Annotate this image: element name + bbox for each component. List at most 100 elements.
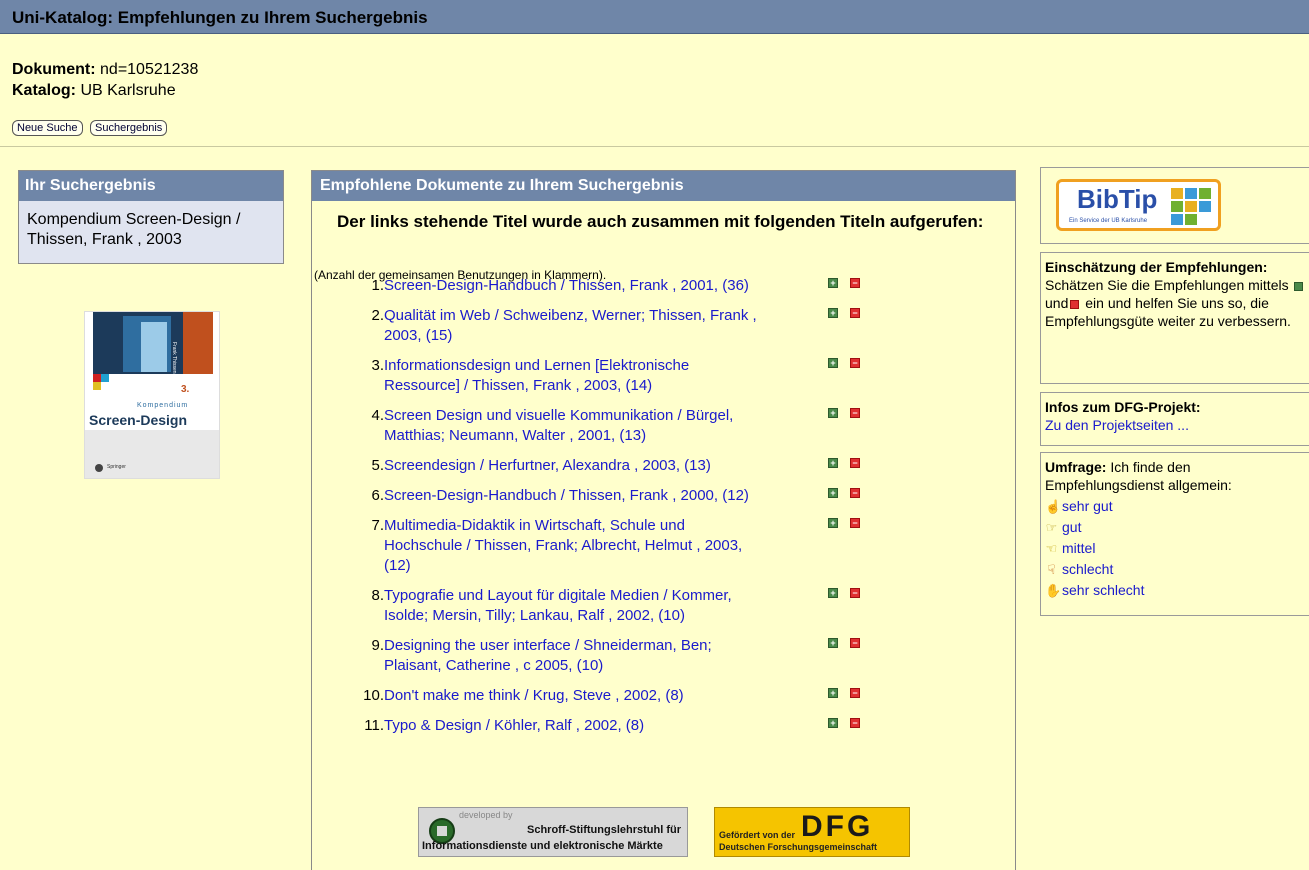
hand-medium-icon: ☜ xyxy=(1045,541,1058,556)
recommendation-link-line: 2003, (15) xyxy=(384,327,453,344)
rate-minus-icon[interactable]: − xyxy=(850,408,860,418)
recommendation-link[interactable]: Multimedia-Didaktik in Wirtschaft, Schul… xyxy=(384,516,816,576)
rate-plus-icon[interactable]: + xyxy=(828,638,838,648)
survey-options: ☝sehr gut ☞ gut ☜ mittel ☟ schlecht ✋sehr schle… xyxy=(1045,496,1307,601)
cover-edition: 3. xyxy=(181,384,190,395)
recommendation-link[interactable]: Qualität im Web / Schweibenz, Werner; Th… xyxy=(384,306,816,346)
puzzle-icon xyxy=(1171,201,1183,212)
recommendation-link-line: Isolde; Mersin, Tilly; Lankau, Ralf , 20… xyxy=(384,607,685,624)
recommendation-number: 3. xyxy=(371,357,384,374)
survey-option[interactable]: ☞ gut xyxy=(1045,517,1307,538)
rate-minus-icon[interactable]: − xyxy=(850,688,860,698)
survey-option-label: schlecht xyxy=(1062,561,1114,577)
catalog-value: UB Karlsruhe xyxy=(80,82,176,99)
hand-very-good-icon: ☝ xyxy=(1045,499,1062,514)
dfg-line2: Deutschen Forschungsgemeinschaft xyxy=(719,842,878,852)
recommendation-number: 11. xyxy=(364,717,384,734)
puzzle-icon xyxy=(1199,188,1211,199)
recommendation-number: 6. xyxy=(371,487,384,504)
puzzle-icon xyxy=(1171,214,1183,225)
schroff-line2: Informationsdienste und elektronische Mä… xyxy=(422,840,663,852)
rate-plus-icon[interactable]: + xyxy=(828,458,838,468)
recommendation-link-line: Matthias; Neumann, Walter , 2001, (13) xyxy=(384,427,647,444)
recommendation-link[interactable]: Designing the user interface / Shneiderm… xyxy=(384,636,816,676)
recommendation-number: 4. xyxy=(371,407,384,424)
dfg-line1: Gefördert von der xyxy=(719,830,796,840)
rate-minus-icon[interactable]: − xyxy=(850,588,860,598)
rate-plus-icon[interactable]: + xyxy=(828,688,838,698)
recommendation-number: 8. xyxy=(371,587,384,604)
bibtip-wordmark: BibTip xyxy=(1077,184,1158,214)
recommendation-link-line: Multimedia-Didaktik in Wirtschaft, Schul… xyxy=(384,517,685,534)
rate-plus-icon[interactable]: + xyxy=(828,308,838,318)
recommendation-link-line: Ressource] / Thissen, Frank , 2003, (14) xyxy=(384,377,653,394)
survey-option-label: mittel xyxy=(1062,540,1096,556)
recommendation-number: 1. xyxy=(371,277,384,294)
rate-plus-icon[interactable]: + xyxy=(828,588,838,598)
rate-minus-icon[interactable]: − xyxy=(850,308,860,318)
search-results-button[interactable]: Suchergebnis xyxy=(90,120,168,136)
recommendation-link-line: Typografie und Layout für digitale Medie… xyxy=(384,587,732,604)
rate-plus-icon[interactable]: + xyxy=(828,718,838,728)
recommendation-link[interactable]: Screen-Design-Handbuch / Thissen, Frank … xyxy=(384,486,816,506)
recommendations-heading: Empfohlene Dokumente zu Ihrem Suchergebn… xyxy=(312,171,1015,201)
survey-option[interactable]: ☟ schlecht xyxy=(1045,559,1307,580)
new-search-button[interactable]: Neue Suche xyxy=(12,120,83,136)
dfg-project-box: Infos zum DFG-Projekt: Zu den Projektsei… xyxy=(1040,392,1309,446)
recommendation-link[interactable]: Screen Design und visuelle Kommunikation… xyxy=(384,406,816,446)
rate-plus-icon[interactable]: + xyxy=(828,358,838,368)
survey-heading: Umfrage: xyxy=(1045,459,1107,475)
rate-plus-icon[interactable]: + xyxy=(828,278,838,288)
rate-plus-icon[interactable]: + xyxy=(828,488,838,498)
rate-minus-icon[interactable]: − xyxy=(850,718,860,728)
recommendation-link[interactable]: Screen-Design-Handbuch / Thissen, Frank … xyxy=(384,276,816,296)
dfg-logo[interactable]: DFG Gefördert von der Deutschen Forschun… xyxy=(714,807,910,857)
recommendation-link[interactable]: Don't make me think / Krug, Steve , 2002… xyxy=(384,686,816,706)
recommendation-link-line: Screen-Design-Handbuch / Thissen, Frank … xyxy=(384,277,749,294)
search-result-line1: Kompendium Screen-Design / xyxy=(27,211,241,228)
hand-good-icon: ☞ xyxy=(1045,520,1058,535)
recommendations-intro: Der links stehende Titel wurde auch zusa… xyxy=(337,212,984,231)
rating-heading: Einschätzung der Empfehlungen: xyxy=(1045,259,1268,275)
search-result-line2: Thissen, Frank , 2003 xyxy=(27,231,182,248)
project-pages-link[interactable]: Zu den Projektseiten ... xyxy=(1045,416,1307,434)
schroff-logo[interactable]: developed by Schroff-Stiftungslehrstuhl … xyxy=(418,807,688,857)
recommendation-link[interactable]: Typografie und Layout für digitale Medie… xyxy=(384,586,816,626)
bibtip-logo-box: BibTip Ein Service der UB Karlsruhe xyxy=(1040,167,1309,244)
survey-option[interactable]: ✋sehr schlecht xyxy=(1045,580,1307,601)
survey-option[interactable]: ☝sehr gut xyxy=(1045,496,1307,517)
button-row: Neue Suche Suchergebnis xyxy=(12,118,170,136)
rate-minus-icon[interactable]: − xyxy=(850,518,860,528)
search-result-panel: Ihr Suchergebnis Kompendium Screen-Desig… xyxy=(18,170,284,264)
recommendation-link[interactable]: Informationsdesign und Lernen [Elektroni… xyxy=(384,356,816,396)
rating-text-and: und xyxy=(1045,295,1069,311)
rate-plus-icon[interactable]: + xyxy=(828,518,838,528)
document-label: Dokument: xyxy=(12,61,96,78)
recommendation-link-line: Typo & Design / Köhler, Ralf , 2002, (8) xyxy=(384,717,645,734)
rate-minus-icon[interactable]: − xyxy=(850,358,860,368)
puzzle-icon xyxy=(1199,201,1211,212)
hand-very-bad-icon: ✋ xyxy=(1045,583,1062,598)
document-value: nd=10521238 xyxy=(100,61,199,78)
dfg-project-heading: Infos zum DFG-Projekt: xyxy=(1045,399,1201,415)
bibtip-logo[interactable]: BibTip Ein Service der UB Karlsruhe xyxy=(1056,179,1221,231)
recommendation-link[interactable]: Screendesign / Herfurtner, Alexandra , 2… xyxy=(384,456,816,476)
recommendation-link-line: Qualität im Web / Schweibenz, Werner; Th… xyxy=(384,307,757,324)
divider xyxy=(0,146,1309,147)
rate-plus-icon[interactable]: + xyxy=(828,408,838,418)
recommendation-link[interactable]: Typo & Design / Köhler, Ralf , 2002, (8) xyxy=(384,716,816,736)
puzzle-icon xyxy=(1171,188,1183,199)
bibtip-subtitle: Ein Service der UB Karlsruhe xyxy=(1069,218,1148,224)
rate-minus-icon[interactable]: − xyxy=(850,488,860,498)
rating-text-after: ein und helfen Sie uns so, die Empfehlun… xyxy=(1045,295,1291,329)
rate-minus-icon[interactable]: − xyxy=(850,278,860,288)
puzzle-icon xyxy=(1185,188,1197,199)
cover-series: Kompendium xyxy=(137,402,189,409)
plus-icon xyxy=(1294,281,1304,291)
rate-minus-icon[interactable]: − xyxy=(850,638,860,648)
recommendation-link-line: Screendesign / Herfurtner, Alexandra , 2… xyxy=(384,457,711,474)
rate-minus-icon[interactable]: − xyxy=(850,458,860,468)
minus-icon xyxy=(1070,299,1080,309)
developed-by-text: developed by xyxy=(459,810,513,820)
survey-option[interactable]: ☜ mittel xyxy=(1045,538,1307,559)
